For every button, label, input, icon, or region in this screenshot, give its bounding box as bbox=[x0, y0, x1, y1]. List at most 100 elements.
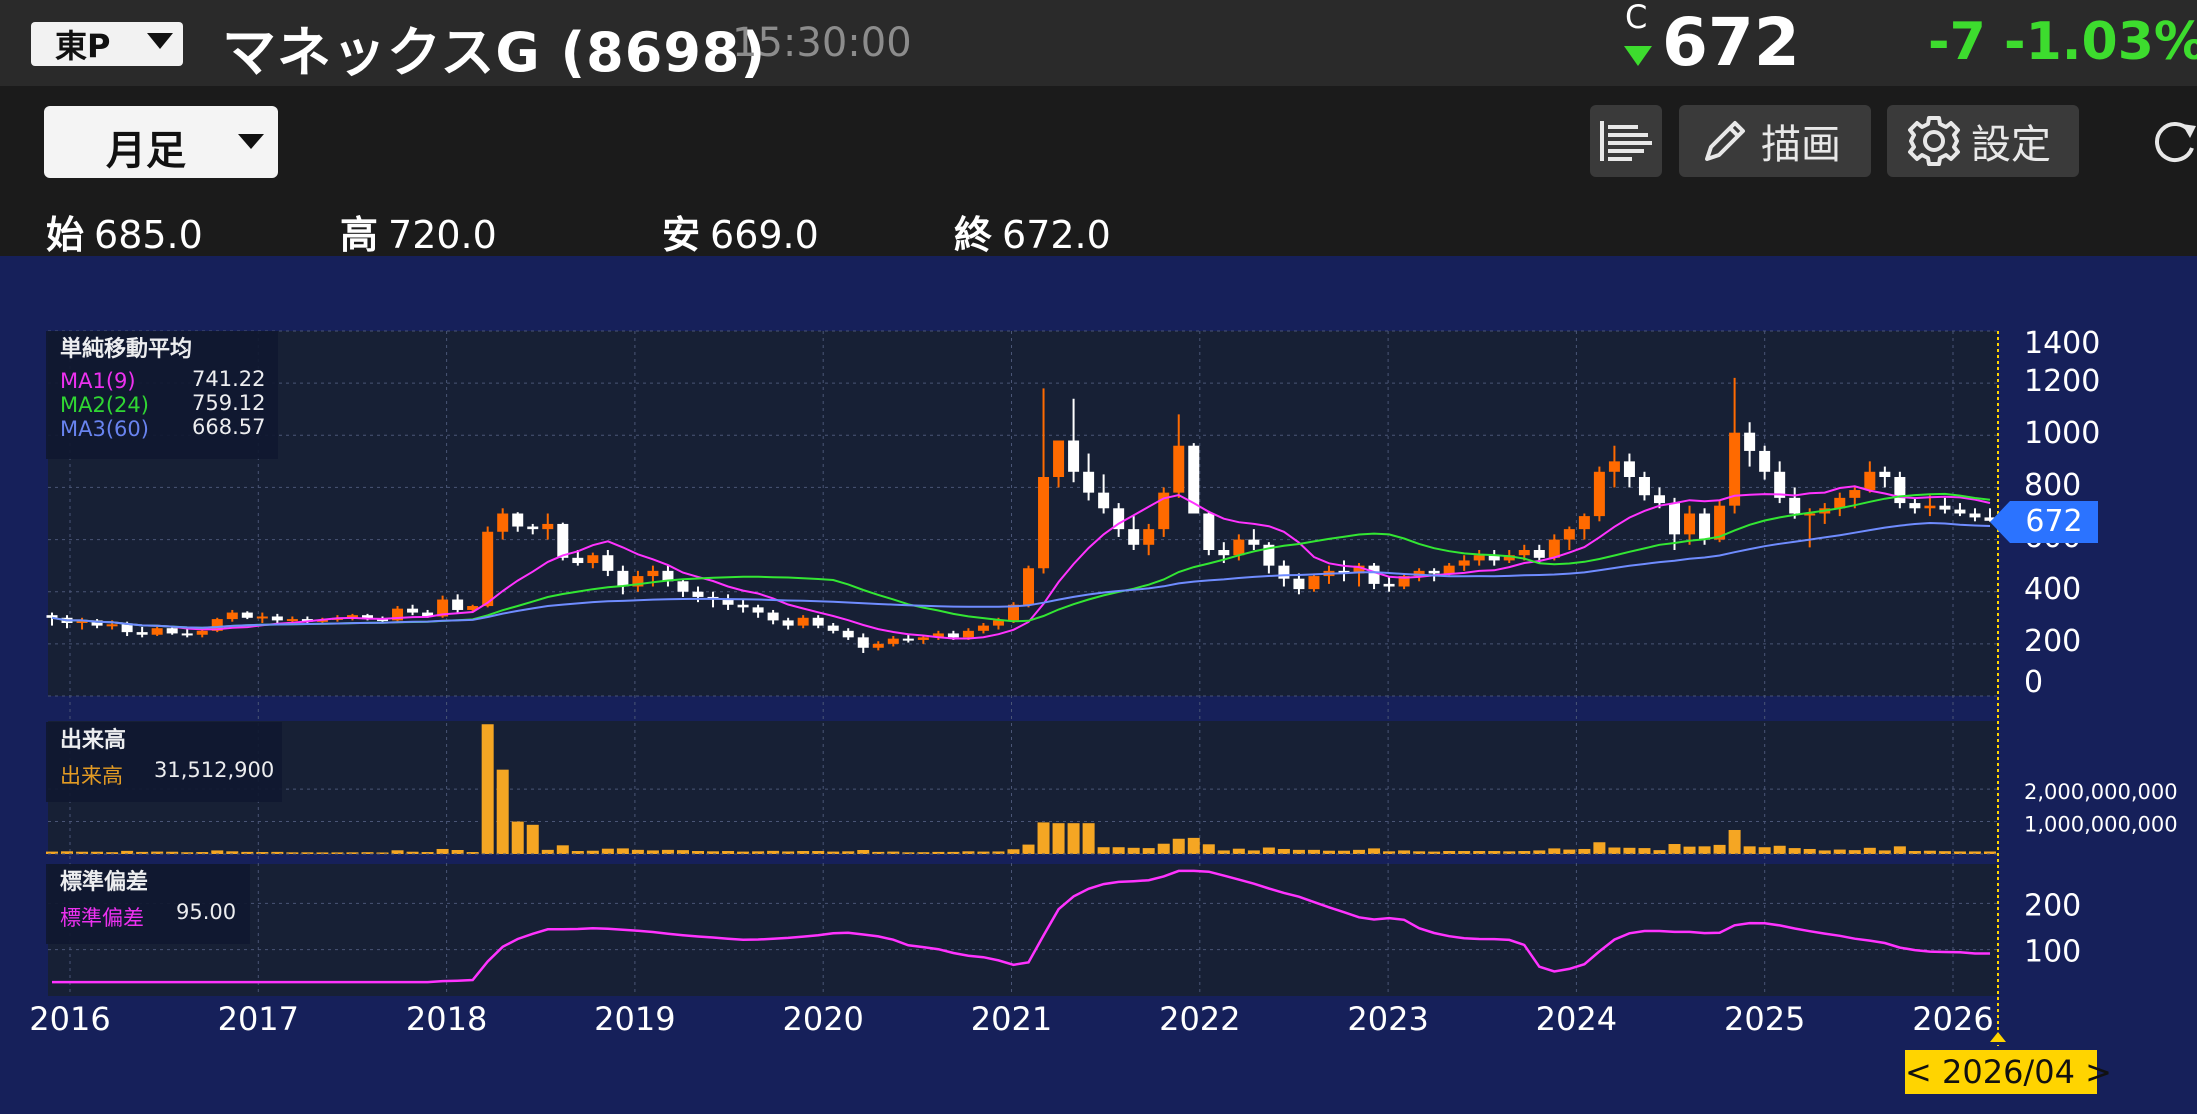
period-label: 月足 bbox=[106, 128, 186, 174]
candle-body bbox=[1909, 503, 1921, 509]
candle-body bbox=[1653, 495, 1665, 504]
indicators-button[interactable] bbox=[1590, 105, 1662, 177]
x-tick-label: 2022 bbox=[1159, 1000, 1240, 1038]
volume-bar bbox=[1247, 850, 1260, 854]
period-select[interactable]: 月足 bbox=[44, 106, 278, 178]
price-tick-label: 1400 bbox=[2024, 326, 2100, 361]
volume-bar bbox=[1668, 844, 1681, 854]
volume-bar bbox=[1157, 843, 1170, 854]
candle-body bbox=[1233, 539, 1245, 556]
candle-body bbox=[482, 531, 494, 607]
candle-body bbox=[1744, 432, 1756, 451]
candle-body bbox=[106, 624, 118, 627]
candle-body bbox=[1669, 503, 1681, 535]
draw-button[interactable]: 描画 bbox=[1679, 105, 1871, 177]
volume-bar bbox=[1758, 847, 1771, 854]
stddev-name: 標準偏差 bbox=[60, 906, 144, 930]
volume-bar bbox=[646, 850, 659, 854]
volume-bar bbox=[391, 850, 404, 854]
volume-name: 出来高 bbox=[60, 764, 123, 788]
volume-bar bbox=[1803, 848, 1816, 854]
volume-bar bbox=[1788, 848, 1801, 854]
volume-bar bbox=[1232, 848, 1245, 854]
candle-body bbox=[692, 591, 704, 597]
close-mark: C bbox=[1625, 0, 1648, 36]
candle-body bbox=[587, 555, 599, 564]
refresh-icon[interactable] bbox=[2152, 118, 2197, 166]
market-select[interactable]: 東P bbox=[31, 22, 183, 66]
candle-body bbox=[1128, 529, 1140, 545]
candle-body bbox=[527, 526, 539, 530]
candle-body bbox=[1248, 539, 1260, 545]
x-tick-label: 2018 bbox=[406, 1000, 487, 1038]
candle-body bbox=[902, 638, 914, 641]
settings-button[interactable]: 設定 bbox=[1887, 105, 2079, 177]
price-change-percent: -1.03% bbox=[2004, 12, 2197, 72]
volume-bar bbox=[556, 845, 569, 854]
x-tick-label: 2024 bbox=[1536, 1000, 1617, 1038]
candle-body bbox=[812, 617, 824, 626]
price-tick-label: 200 bbox=[2024, 624, 2081, 659]
candle-body bbox=[617, 570, 629, 587]
stddev-panel bbox=[48, 864, 1998, 996]
volume-bar bbox=[1848, 850, 1861, 854]
candle-body bbox=[1608, 461, 1620, 472]
price-tag-arrow bbox=[1990, 501, 2010, 543]
candle-body bbox=[917, 637, 929, 640]
x-tick-label: 2021 bbox=[971, 1000, 1052, 1038]
price-tick-label: 1000 bbox=[2024, 416, 2100, 451]
volume-tick-label: 1,000,000,000 bbox=[2024, 813, 2178, 837]
candle-body bbox=[1684, 513, 1696, 535]
pencil-icon bbox=[1705, 121, 1745, 161]
candle-body bbox=[962, 630, 974, 638]
candle-body bbox=[1068, 440, 1080, 472]
candle-body bbox=[1428, 570, 1440, 574]
volume-bar bbox=[1292, 849, 1305, 854]
volume-bar bbox=[1863, 847, 1876, 854]
current-price-tag: 672 bbox=[2010, 501, 2098, 543]
settings-label: 設定 bbox=[1971, 122, 2051, 168]
candle-body bbox=[241, 612, 253, 618]
ohlc-high: 高 720.0 bbox=[340, 213, 497, 257]
ma3-value: 668.57 bbox=[192, 415, 266, 439]
volume-bar bbox=[1893, 846, 1906, 854]
volume-bar bbox=[1142, 848, 1155, 854]
volume-bar bbox=[857, 849, 870, 854]
candle-body bbox=[677, 581, 689, 592]
stddev-tick-label: 200 bbox=[2024, 888, 2081, 923]
candle-body bbox=[1308, 576, 1320, 590]
candle-body bbox=[1518, 550, 1530, 556]
stddev-legend: 標準偏差 標準偏差 95.00 bbox=[46, 864, 250, 944]
stock-chart[interactable]: 2016 2017 2018 2019 2020 2021 2022 2023 2024 2025… bbox=[0, 256, 2197, 1114]
volume-bar bbox=[1578, 848, 1591, 854]
market-label: 東P bbox=[55, 27, 111, 65]
candle-body bbox=[1533, 550, 1545, 558]
candle-body bbox=[782, 620, 794, 626]
x-tick-label: 2020 bbox=[782, 1000, 863, 1038]
volume-bar bbox=[1713, 844, 1726, 854]
volume-bar bbox=[511, 821, 524, 854]
ma2-name: MA2(24) bbox=[60, 393, 149, 417]
candle-body bbox=[1864, 471, 1876, 491]
ma1-name: MA1(9) bbox=[60, 369, 136, 393]
volume-bar bbox=[1818, 850, 1831, 854]
volume-bar bbox=[1638, 848, 1651, 854]
candle-body bbox=[1098, 492, 1110, 509]
x-tick-label: 2025 bbox=[1724, 1000, 1805, 1038]
candle-body bbox=[1939, 505, 1951, 510]
ma1-value: 741.22 bbox=[192, 367, 266, 391]
price-change: -7 bbox=[1928, 12, 1986, 72]
candle-body bbox=[1759, 450, 1771, 472]
volume-panel bbox=[48, 721, 1998, 854]
volume-bar bbox=[1187, 837, 1200, 854]
ma3-name: MA3(60) bbox=[60, 417, 149, 441]
candle-body bbox=[1969, 513, 1981, 518]
candle-body bbox=[256, 616, 268, 619]
ma-legend: 単純移動平均 MA1(9) 741.22 MA2(24) 759.12 MA3(… bbox=[46, 331, 278, 459]
volume-bar bbox=[1037, 822, 1050, 854]
date-navigator[interactable]: < 2026/04 > bbox=[1905, 1050, 2112, 1094]
volume-bar bbox=[211, 850, 224, 854]
chevron-down-icon bbox=[147, 33, 173, 49]
candle-body bbox=[1593, 471, 1605, 517]
candle-body bbox=[1894, 477, 1906, 504]
